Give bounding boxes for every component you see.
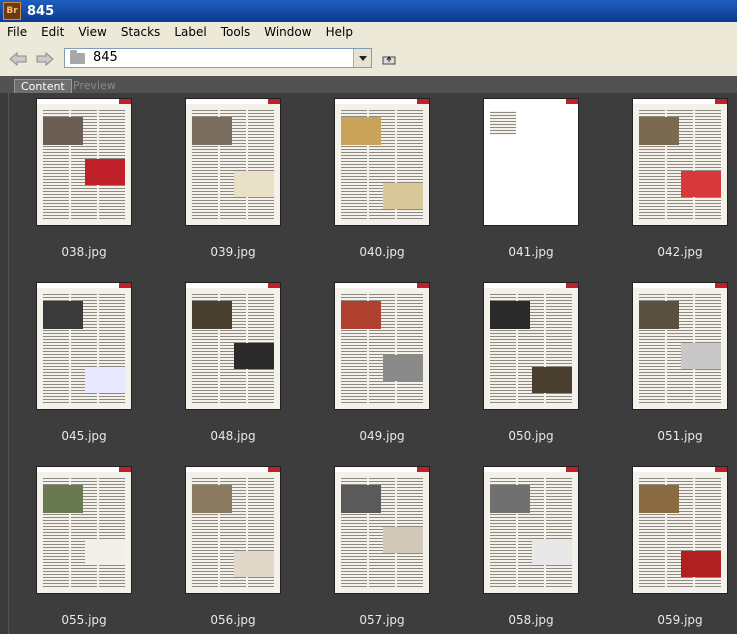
thumbnail-055[interactable] (37, 467, 131, 593)
thumbnail-caption: 040.jpg (359, 245, 405, 259)
thumbnail-050[interactable] (484, 283, 578, 409)
thumbnail-caption: 057.jpg (359, 613, 405, 627)
thumbnail-057[interactable] (335, 467, 429, 593)
menu-view[interactable]: View (71, 25, 113, 39)
tab-preview[interactable]: Preview (67, 79, 122, 93)
thumbnail-042[interactable] (633, 99, 727, 225)
menu-label[interactable]: Label (167, 25, 213, 39)
thumbnail-059[interactable] (633, 467, 727, 593)
thumbnail-040[interactable] (335, 99, 429, 225)
thumbnail-caption: 042.jpg (657, 245, 703, 259)
thumbnail-041[interactable] (484, 99, 578, 225)
thumbnail-048[interactable] (186, 283, 280, 409)
title-bar: Br 845 (0, 0, 737, 22)
thumbnail-caption: 059.jpg (657, 613, 703, 627)
thumbnail-039[interactable] (186, 99, 280, 225)
thumbnail-058[interactable] (484, 467, 578, 593)
thumbnail-038[interactable] (37, 99, 131, 225)
menu-edit[interactable]: Edit (34, 25, 71, 39)
thumbnail-caption: 041.jpg (508, 245, 554, 259)
back-arrow-icon (9, 52, 27, 66)
menu-window[interactable]: Window (257, 25, 318, 39)
thumbnail-caption: 049.jpg (359, 429, 405, 443)
thumbnail-caption: 056.jpg (210, 613, 256, 627)
panel-tabs: Content Preview (0, 76, 737, 93)
thumbnail-051[interactable] (633, 283, 727, 409)
forward-arrow-icon (36, 52, 54, 66)
folder-icon (70, 50, 85, 64)
thumbnail-045[interactable] (37, 283, 131, 409)
thumbnail-caption: 038.jpg (61, 245, 107, 259)
thumbnail-caption: 039.jpg (210, 245, 256, 259)
go-up-button[interactable] (379, 50, 399, 68)
menu-stacks[interactable]: Stacks (114, 25, 167, 39)
forward-button[interactable] (36, 51, 54, 67)
thumbnail-caption: 051.jpg (657, 429, 703, 443)
thumbnail-caption: 050.jpg (508, 429, 554, 443)
path-text: 845 (93, 50, 118, 65)
thumbnail-caption: 048.jpg (210, 429, 256, 443)
chevron-down-icon (358, 55, 367, 61)
menu-file[interactable]: File (0, 25, 34, 39)
thumbnail-caption: 058.jpg (508, 613, 554, 627)
tab-content[interactable]: Content (14, 79, 72, 93)
thumbnail-049[interactable] (335, 283, 429, 409)
thumbnail-caption: 055.jpg (61, 613, 107, 627)
bridge-app-icon: Br (3, 2, 21, 20)
thumbnail-056[interactable] (186, 467, 280, 593)
back-button[interactable] (9, 51, 27, 67)
folder-up-icon (382, 56, 396, 65)
thumbnail-caption: 045.jpg (61, 429, 107, 443)
menu-tools[interactable]: Tools (214, 25, 258, 39)
window-title: 845 (27, 3, 55, 19)
path-dropdown-button[interactable] (353, 49, 371, 67)
menu-help[interactable]: Help (319, 25, 360, 39)
path-dropdown[interactable]: 845 (64, 48, 372, 68)
toolbar: 845 (0, 42, 737, 77)
menu-bar: File Edit View Stacks Label Tools Window… (0, 22, 737, 42)
